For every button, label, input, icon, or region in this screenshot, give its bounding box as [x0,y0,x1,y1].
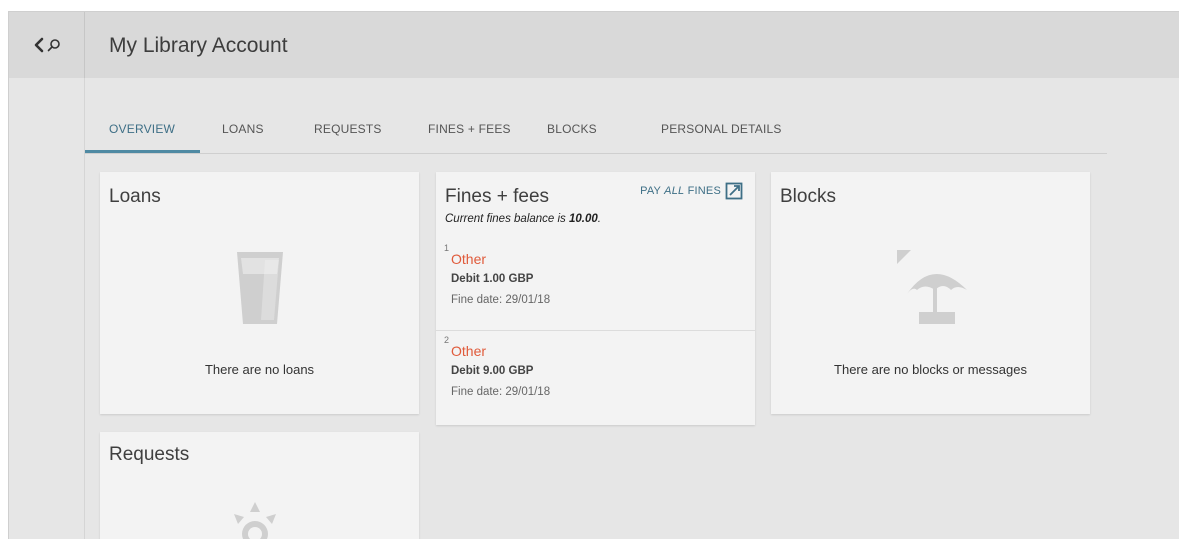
tab-requests[interactable]: REQUESTS [314,122,382,136]
search-icon [47,39,60,52]
tab-personal-details[interactable]: PERSONAL DETAILS [661,122,782,136]
fine-number: 1 [444,243,450,253]
chevron-left-icon [34,37,43,53]
pay-all-fines-label: PAY ALL FINES [640,185,721,197]
tab-loans[interactable]: LOANS [222,122,264,136]
fine-date: Fine date: 29/01/18 [451,386,551,398]
blocks-card-title: Blocks [780,186,836,207]
pay-all-fines-link[interactable]: PAY ALL FINES [640,182,743,200]
fines-balance: Current fines balance is 10.00. [445,213,601,225]
fine-item: 1 Other Debit 1.00 GBP Fine date: 29/01/… [436,239,755,331]
external-link-icon [725,182,743,200]
fine-type: Other [451,343,487,359]
fine-type: Other [451,251,487,267]
account-tabs: OVERVIEW LOANS REQUESTS FINES + FEES BLO… [85,78,1107,154]
requests-card: Requests [100,432,419,539]
fines-card-title: Fines + fees [445,186,550,207]
loans-empty-text: There are no loans [204,362,315,377]
blocks-empty-text: There are no blocks or messages [834,362,1027,377]
fine-debit: Debit 9.00 GBP [451,365,534,377]
tab-fines-fees[interactable]: FINES + FEES [428,122,511,136]
glass-icon [237,252,283,324]
loans-card-title: Loans [109,186,161,207]
fine-date: Fine date: 29/01/18 [451,294,551,306]
blocks-card: Blocks There are no blocks or messages [771,172,1090,414]
loans-card: Loans There are no loans [100,172,419,414]
tab-blocks[interactable]: BLOCKS [547,122,597,136]
sun-icon [234,502,276,539]
top-bar: My Library Account [9,12,1179,78]
active-tab-indicator [85,150,200,153]
fines-card: Fines + fees PAY ALL FINES Current fines… [436,172,755,425]
app-frame: My Library Account OVERVIEW LOANS REQUES… [8,11,1179,539]
left-rail [9,78,85,539]
fine-debit: Debit 1.00 GBP [451,273,534,285]
requests-card-title: Requests [109,444,190,465]
page-title: My Library Account [109,34,288,57]
fine-number: 2 [444,335,450,345]
fine-item: 2 Other Debit 9.00 GBP Fine date: 29/01/… [436,330,755,422]
back-search-button[interactable] [9,12,85,78]
tab-overview[interactable]: OVERVIEW [109,122,175,136]
beach-umbrella-icon [897,250,967,324]
